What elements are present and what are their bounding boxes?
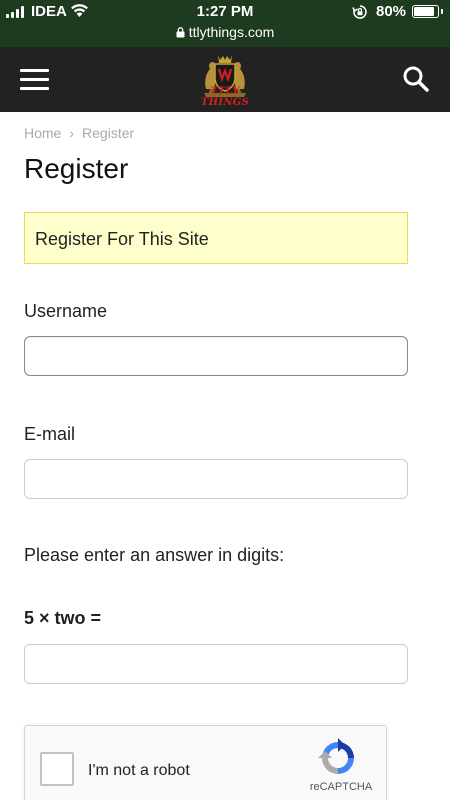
orientation-lock-icon <box>352 5 367 19</box>
logo-text: TTLY THINGS <box>200 86 250 108</box>
site-logo[interactable]: TTLY THINGS <box>192 51 258 109</box>
lock-icon <box>176 27 185 38</box>
recaptcha-brand: reCAPTCHA <box>309 781 373 793</box>
battery-icon <box>412 5 443 18</box>
breadcrumb-current: Register <box>82 125 135 141</box>
battery-fill <box>414 7 434 16</box>
breadcrumb: Home › Register <box>24 125 134 141</box>
email-input[interactable] <box>24 459 408 499</box>
status-bar-top: IDEA 1:27 PM 80% <box>0 0 450 24</box>
register-notice: Register For This Site <box>24 212 408 264</box>
recaptcha-widget: I'm not a robot reCAPTCHA <box>24 725 387 800</box>
captcha-question: 5 × two = <box>24 608 102 628</box>
email-label: E-mail <box>24 424 76 444</box>
site-header: TTLY THINGS <box>0 47 450 112</box>
address-bar[interactable]: ttlythings.com <box>0 24 450 42</box>
recaptcha-logo-icon <box>318 738 354 774</box>
recaptcha-label: I'm not a robot <box>88 762 190 779</box>
page-title: Register <box>24 153 129 184</box>
recaptcha-checkbox[interactable] <box>40 752 74 786</box>
breadcrumb-home-link[interactable]: Home <box>24 125 61 141</box>
hamburger-icon[interactable] <box>20 69 49 91</box>
username-input[interactable] <box>24 336 408 376</box>
username-label: Username <box>24 301 108 321</box>
breadcrumb-separator: › <box>69 125 75 141</box>
captcha-answer-input[interactable] <box>24 644 408 684</box>
url-text: ttlythings.com <box>188 24 275 40</box>
battery-percent: 80% <box>376 3 407 20</box>
status-bar: IDEA 1:27 PM 80% ttlythings.com <box>0 0 450 47</box>
search-icon[interactable] <box>401 64 431 94</box>
captcha-instruction: Please enter an answer in digits: <box>24 545 285 565</box>
